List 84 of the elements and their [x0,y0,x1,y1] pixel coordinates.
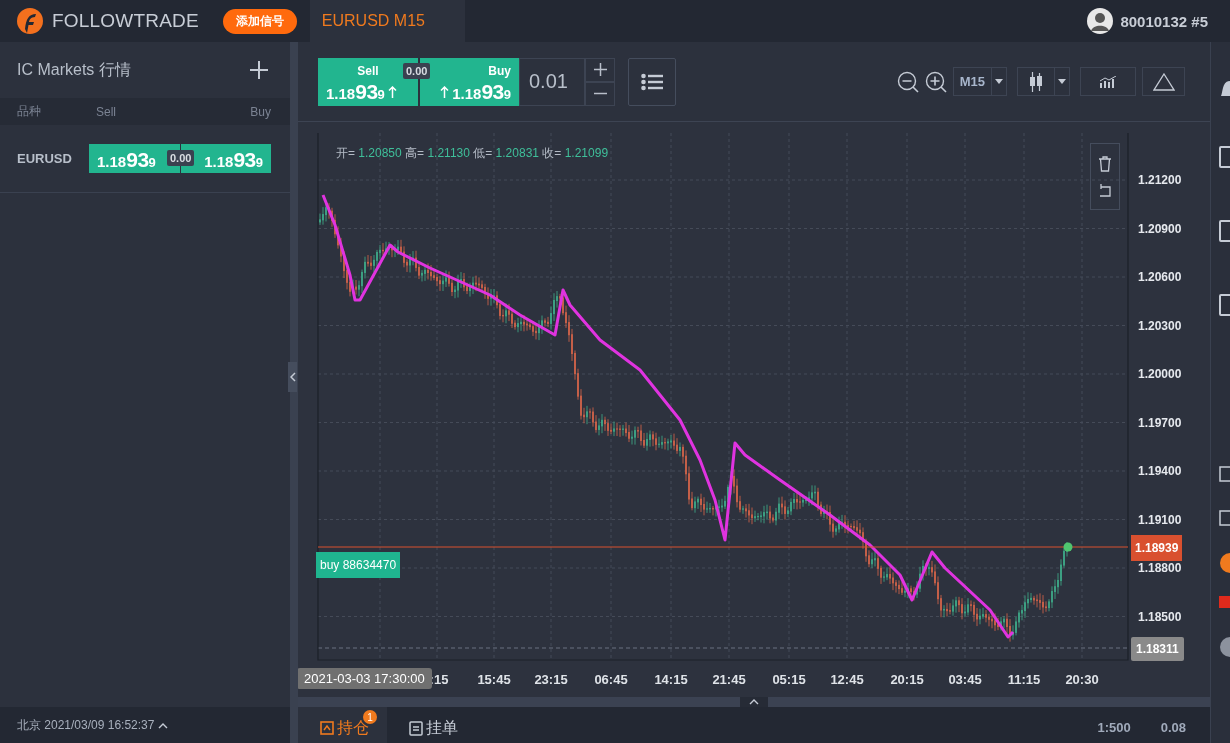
column-header: 品种 [17,103,41,120]
arrow-up-icon [387,85,397,98]
axis-label: 14:15 [654,672,688,687]
axis-label: 1.20300 [1138,318,1182,333]
crosshair-time-label: 2021-03-03 17:30:00 [298,668,432,689]
column-header: Buy [250,104,271,119]
axis-label: 03:45 [948,672,982,687]
bar-chart-icon [1099,75,1117,88]
symbol-name: EURUSD [17,151,73,166]
axis-label: 05:15 [772,672,806,687]
count-badge: 1 [363,710,377,724]
price-dot [1063,542,1073,552]
caret-down-icon [1058,78,1066,85]
document-icon[interactable] [1219,146,1230,168]
caret-up-icon [749,699,759,705]
axis-label: 1.20000 [1138,367,1182,381]
stat-value: 0.08 [1160,719,1186,735]
price-value: 1.18939 [204,148,263,172]
zoom-in-button[interactable] [924,70,947,93]
ohlc-readout: 开= 1.20850 高= 1.21130 低= 1.20831 收= 1.21099 [336,145,609,162]
plus-icon [250,61,268,79]
add-button[interactable] [250,61,268,79]
indicators-button[interactable] [1080,67,1136,96]
zoom-in-icon [924,70,947,93]
axis-label: 1.20900 [1138,221,1182,236]
account-number[interactable]: 80010132 #5 [1120,12,1208,30]
position-icon [320,721,334,735]
trash-icon [1098,155,1112,172]
stat-value: 1:500 [1097,719,1131,735]
column-header: Sell [96,104,116,119]
chevron-left-icon [289,372,296,382]
axis-label: 21:45 [712,672,746,687]
arrow-up-icon [440,85,450,98]
axis-label: 20:15 [890,672,924,687]
axis-label: 1.21200 [1138,173,1182,187]
drawing-tool-button[interactable] [1142,67,1185,96]
axis-label: 15:45 [477,672,511,687]
axis-label: 1.20600 [1138,270,1182,284]
volume-field[interactable]: 0.01 [519,57,585,106]
current-price-label: 1.18939 [1131,535,1183,561]
chart-tab[interactable]: EURUSD M15 [309,0,465,42]
axis-label: 06:45 [594,672,628,687]
axis-label: 23:15 [534,672,568,687]
chart-type-dropdown[interactable] [1017,67,1070,96]
axis-label: 1.18500 [1138,609,1182,624]
panel-tab[interactable]: 挂单 [387,707,476,743]
price-value: 1.18939 [97,148,156,172]
low-price-label: 1.18311 [1131,637,1184,661]
document-icon[interactable] [1219,220,1230,242]
plus-icon [593,63,607,76]
brand-name: FOLLOWTRADE [52,10,199,32]
delete-button[interactable] [1098,155,1112,172]
caret-up-icon[interactable] [158,721,169,729]
list-icon [641,72,663,91]
axis-label: 1.19100 [1138,512,1182,527]
axis-label: 12:45 [830,672,864,687]
logo-icon [16,7,44,35]
price-value: 1.18939 [452,79,511,104]
add-signal-button[interactable]: 添加信号 [222,8,297,34]
collapse-handle[interactable] [288,362,297,392]
axis-label: 1.19400 [1138,464,1182,478]
document-icon[interactable] [1219,294,1230,316]
increase-button[interactable] [585,57,615,82]
spread-badge: 0.00 [167,150,195,166]
undo-icon [1098,183,1112,198]
avatar-icon [1087,8,1114,34]
order-label[interactable]: buy 88634470 [316,552,401,578]
axis-label: 1.19700 [1138,415,1182,430]
timeframe-dropdown[interactable]: M15 [952,67,1007,96]
triangle-icon [1152,72,1175,91]
price-value: 1.18939 [326,79,385,104]
zoom-out-icon [896,70,919,93]
clipboard-icon [409,720,423,736]
caret-down-icon [995,78,1003,85]
expand-handle[interactable] [740,697,768,707]
zoom-out-button[interactable] [896,70,919,93]
undo-button[interactable] [1098,183,1112,198]
panel-title: IC Markets 行情 [17,59,131,80]
candlestick-icon [1029,71,1043,92]
axis-label: 20:30 [1065,672,1099,687]
axis-label: 1.18800 [1138,561,1182,575]
menu-button[interactable] [628,57,676,106]
axis-label: 11:15 [1007,672,1041,687]
clock-text: 北京 2021/03/09 16:52:37 [17,716,155,734]
